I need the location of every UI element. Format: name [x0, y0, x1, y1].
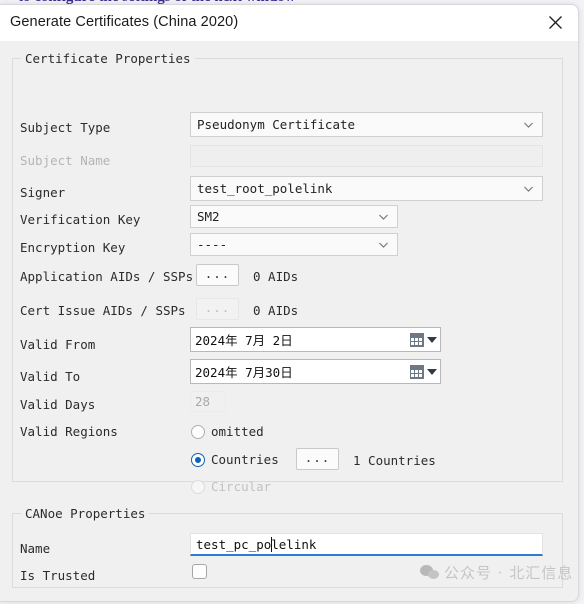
label-cert-issue-aids: Cert Issue AIDs / SSPs — [20, 303, 186, 318]
signer-value: test_root_polelink — [197, 181, 333, 196]
valid-to-value: 2024年 7月30日 — [195, 365, 293, 380]
triangle-down-icon — [427, 368, 437, 375]
encryption-key-value: ---- — [197, 237, 228, 252]
valid-from-date-input[interactable]: 2024年 7月 2日 — [190, 327, 441, 352]
close-icon[interactable] — [532, 5, 578, 40]
dialog-titlebar: Generate Certificates (China 2020) — [0, 5, 578, 42]
cancel-button[interactable]: Cancel — [367, 601, 461, 602]
valid-regions-option-omitted[interactable]: omitted — [191, 424, 264, 439]
text-caret — [271, 537, 272, 552]
dialog-body: Certificate Properties Subject Type Pseu… — [0, 42, 578, 602]
calendar-icon — [410, 332, 424, 347]
label-subject-name: Subject Name — [20, 153, 111, 168]
chevron-down-icon — [378, 211, 389, 222]
generate-button[interactable]: Generate — [265, 601, 359, 602]
name-value: test_pc_polelink — [196, 537, 317, 552]
label-valid-from: Valid From — [20, 337, 96, 352]
signer-combobox[interactable]: test_root_polelink — [190, 176, 543, 201]
valid-to-calendar-dropdown[interactable] — [410, 364, 437, 379]
subject-type-combobox[interactable]: Pseudonym Certificate — [190, 112, 543, 137]
countries-browse-button[interactable]: ... — [296, 448, 339, 470]
valid-to-date-input[interactable]: 2024年 7月30日 — [190, 359, 441, 384]
dialog-title: Generate Certificates (China 2020) — [10, 14, 239, 30]
valid-from-calendar-dropdown[interactable] — [410, 332, 437, 347]
name-input[interactable]: test_pc_polelink — [190, 533, 543, 556]
encryption-key-combobox[interactable]: ---- — [190, 233, 398, 256]
subject-type-value: Pseudonym Certificate — [197, 117, 356, 132]
label-application-aids: Application AIDs / SSPs — [20, 269, 194, 284]
verification-key-combobox[interactable]: SM2 — [190, 205, 398, 228]
label-valid-days: Valid Days — [20, 397, 96, 412]
radio-countries[interactable] — [191, 452, 205, 467]
chevron-down-icon — [378, 239, 389, 250]
subject-name-input[interactable] — [190, 145, 543, 167]
valid-days-value: 28 — [195, 394, 211, 409]
cert-issue-aids-count: 0 AIDs — [253, 303, 299, 318]
chevron-down-icon — [523, 183, 534, 194]
triangle-down-icon — [427, 336, 437, 343]
application-aids-browse-button[interactable]: ... — [196, 264, 239, 286]
valid-from-value: 2024年 7月 2日 — [195, 333, 293, 348]
radio-circular — [191, 479, 205, 494]
canoe-properties-group-title: CANoe Properties — [21, 506, 150, 521]
valid-regions-option-circular: Circular — [191, 479, 271, 494]
label-subject-type: Subject Type — [20, 120, 111, 135]
valid-days-readonly-field: 28 — [190, 391, 226, 412]
radio-omitted-label: omitted — [211, 424, 264, 439]
radio-countries-label: Countries — [211, 452, 279, 467]
label-valid-regions: Valid Regions — [20, 424, 118, 439]
chevron-down-icon — [523, 119, 534, 130]
label-valid-to: Valid To — [20, 369, 81, 384]
label-name: Name — [20, 541, 51, 556]
radio-circular-label: Circular — [211, 479, 272, 494]
generate-certificates-dialog: Generate Certificates (China 2020) Certi… — [0, 4, 579, 602]
radio-omitted[interactable] — [191, 424, 205, 439]
countries-count: 1 Countries — [353, 453, 436, 468]
label-verification-key: Verification Key — [20, 212, 141, 227]
valid-regions-option-countries[interactable]: Countries — [191, 452, 279, 467]
application-aids-count: 0 AIDs — [253, 269, 299, 284]
label-signer: Signer — [20, 185, 66, 200]
help-button[interactable]: Help — [468, 601, 562, 602]
certificate-properties-group-title: Certificate Properties — [21, 51, 195, 66]
verification-key-value: SM2 — [197, 209, 220, 224]
calendar-icon — [410, 364, 424, 379]
is-trusted-checkbox[interactable] — [192, 564, 207, 579]
label-encryption-key: Encryption Key — [20, 240, 126, 255]
cert-issue-aids-browse-button: ... — [196, 298, 239, 320]
label-is-trusted: Is Trusted — [20, 568, 96, 583]
